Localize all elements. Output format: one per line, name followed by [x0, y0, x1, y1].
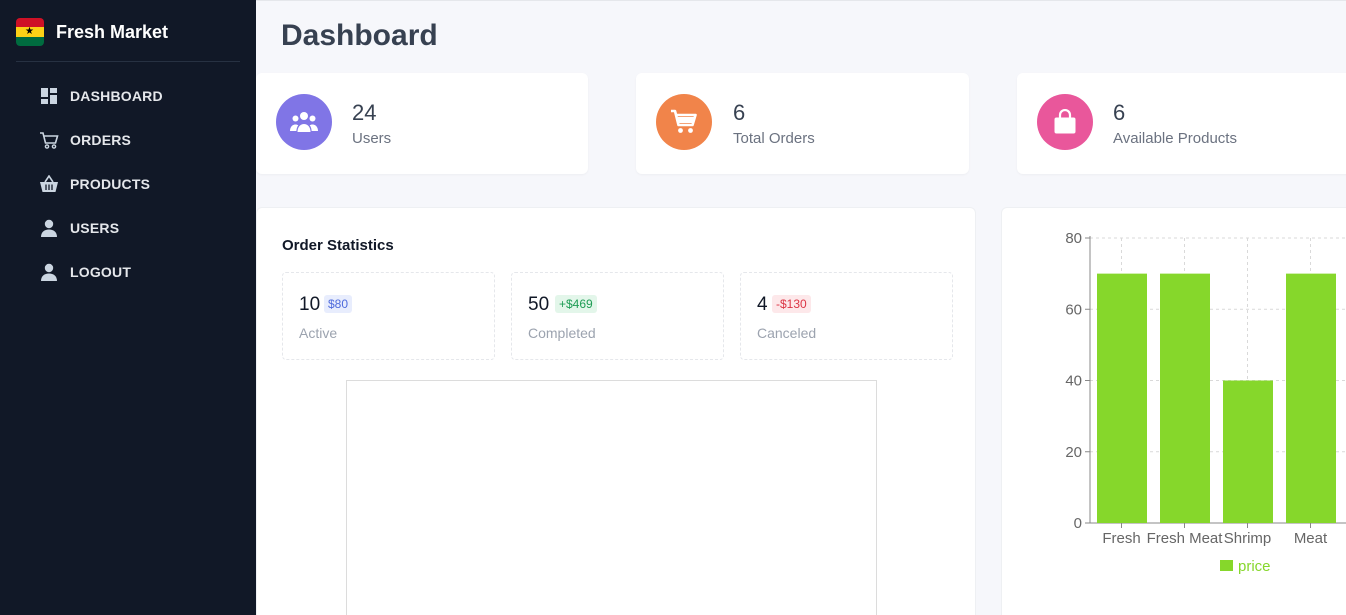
sidebar-item-label: DASHBOARD [70, 88, 163, 104]
order-stat-value: 50 [528, 294, 550, 315]
order-statistics-panel: Order Statistics 10 $80 Active 50 +$469 … [256, 207, 976, 615]
status-badge: $80 [324, 295, 353, 313]
sidebar-item-orders[interactable]: ORDERS [38, 128, 131, 152]
cart-outline-icon [38, 129, 60, 151]
brand-name: Fresh Market [56, 21, 169, 42]
legend-swatch [1220, 560, 1233, 571]
stat-label: Available Products [1113, 130, 1237, 147]
ghana-flag-icon: ★ [16, 18, 44, 46]
stat-value: 6 [733, 100, 746, 125]
user-icon [38, 217, 60, 239]
cart-icon [656, 94, 712, 150]
stat-card-users[interactable]: 24 Users [256, 73, 588, 174]
order-stat-label: Completed [528, 325, 596, 341]
dashboard-icon [38, 85, 60, 107]
basket-icon [38, 173, 60, 195]
order-stat-value: 4 [757, 294, 768, 315]
sidebar-item-products[interactable]: PRODUCTS [38, 172, 150, 196]
x-tick-label: Fresh [1102, 530, 1140, 547]
sidebar: ★ Fresh Market DASHBOARD ORDERS PRODUCTS… [0, 0, 256, 615]
y-tick-label: 40 [1065, 373, 1082, 390]
stat-value: 24 [352, 100, 377, 125]
x-tick-label: Shrimp [1224, 530, 1272, 547]
order-stat-active: 10 $80 Active [282, 272, 495, 360]
order-stat-completed: 50 +$469 Completed [511, 272, 724, 360]
y-tick-label: 0 [1074, 515, 1082, 532]
status-badge: +$469 [555, 295, 597, 313]
panel-title: Order Statistics [282, 237, 394, 254]
user-icon [38, 261, 60, 283]
bar-meat [1286, 273, 1336, 523]
stat-card-orders[interactable]: 6 Total Orders [636, 73, 969, 174]
status-badge: -$130 [772, 295, 811, 313]
brand[interactable]: ★ Fresh Market [16, 14, 168, 50]
legend-label: price [1238, 558, 1271, 575]
price-bar-chart: 0 20 40 60 80 Fresh Fresh Meat Shrimp Meat price [1065, 230, 1346, 575]
y-tick-label: 60 [1065, 301, 1082, 318]
bar-fresh [1097, 273, 1147, 523]
stat-label: Users [352, 130, 392, 147]
sidebar-divider [16, 61, 240, 62]
y-tick-label: 20 [1065, 444, 1082, 461]
users-group-icon [276, 94, 332, 150]
order-stat-value: 10 [299, 294, 321, 315]
x-tick-label: Fresh Meat [1147, 530, 1224, 547]
price-chart-panel: 0 20 40 60 80 Fresh Fresh Meat Shrimp Meat price [1001, 207, 1346, 615]
sidebar-item-logout[interactable]: LOGOUT [38, 260, 131, 284]
order-stat-label: Active [299, 325, 338, 341]
x-tick-label: Meat [1294, 530, 1328, 547]
sidebar-item-users[interactable]: USERS [38, 216, 119, 240]
bar-fresh-meat [1160, 273, 1210, 523]
chart-placeholder-frame [346, 380, 877, 615]
sidebar-item-label: USERS [70, 220, 120, 236]
y-tick-label: 80 [1065, 230, 1082, 247]
main-content: Dashboard 24 Users 6 Total Orders 6 Avai… [256, 0, 1346, 615]
stat-label: Total Orders [733, 130, 815, 147]
bar-shrimp [1223, 380, 1273, 523]
order-stat-canceled: 4 -$130 Canceled [740, 272, 953, 360]
sidebar-item-label: PRODUCTS [70, 176, 151, 192]
order-stat-label: Canceled [757, 325, 817, 341]
sidebar-item-dashboard[interactable]: DASHBOARD [38, 84, 163, 108]
sidebar-item-label: LOGOUT [70, 264, 132, 280]
flag-star: ★ [25, 26, 34, 37]
page-title: Dashboard [281, 19, 438, 52]
stat-card-products[interactable]: 6 Available Products [1017, 73, 1346, 174]
shopping-bag-icon [1037, 94, 1093, 150]
sidebar-item-label: ORDERS [70, 132, 132, 148]
stat-value: 6 [1113, 100, 1126, 125]
